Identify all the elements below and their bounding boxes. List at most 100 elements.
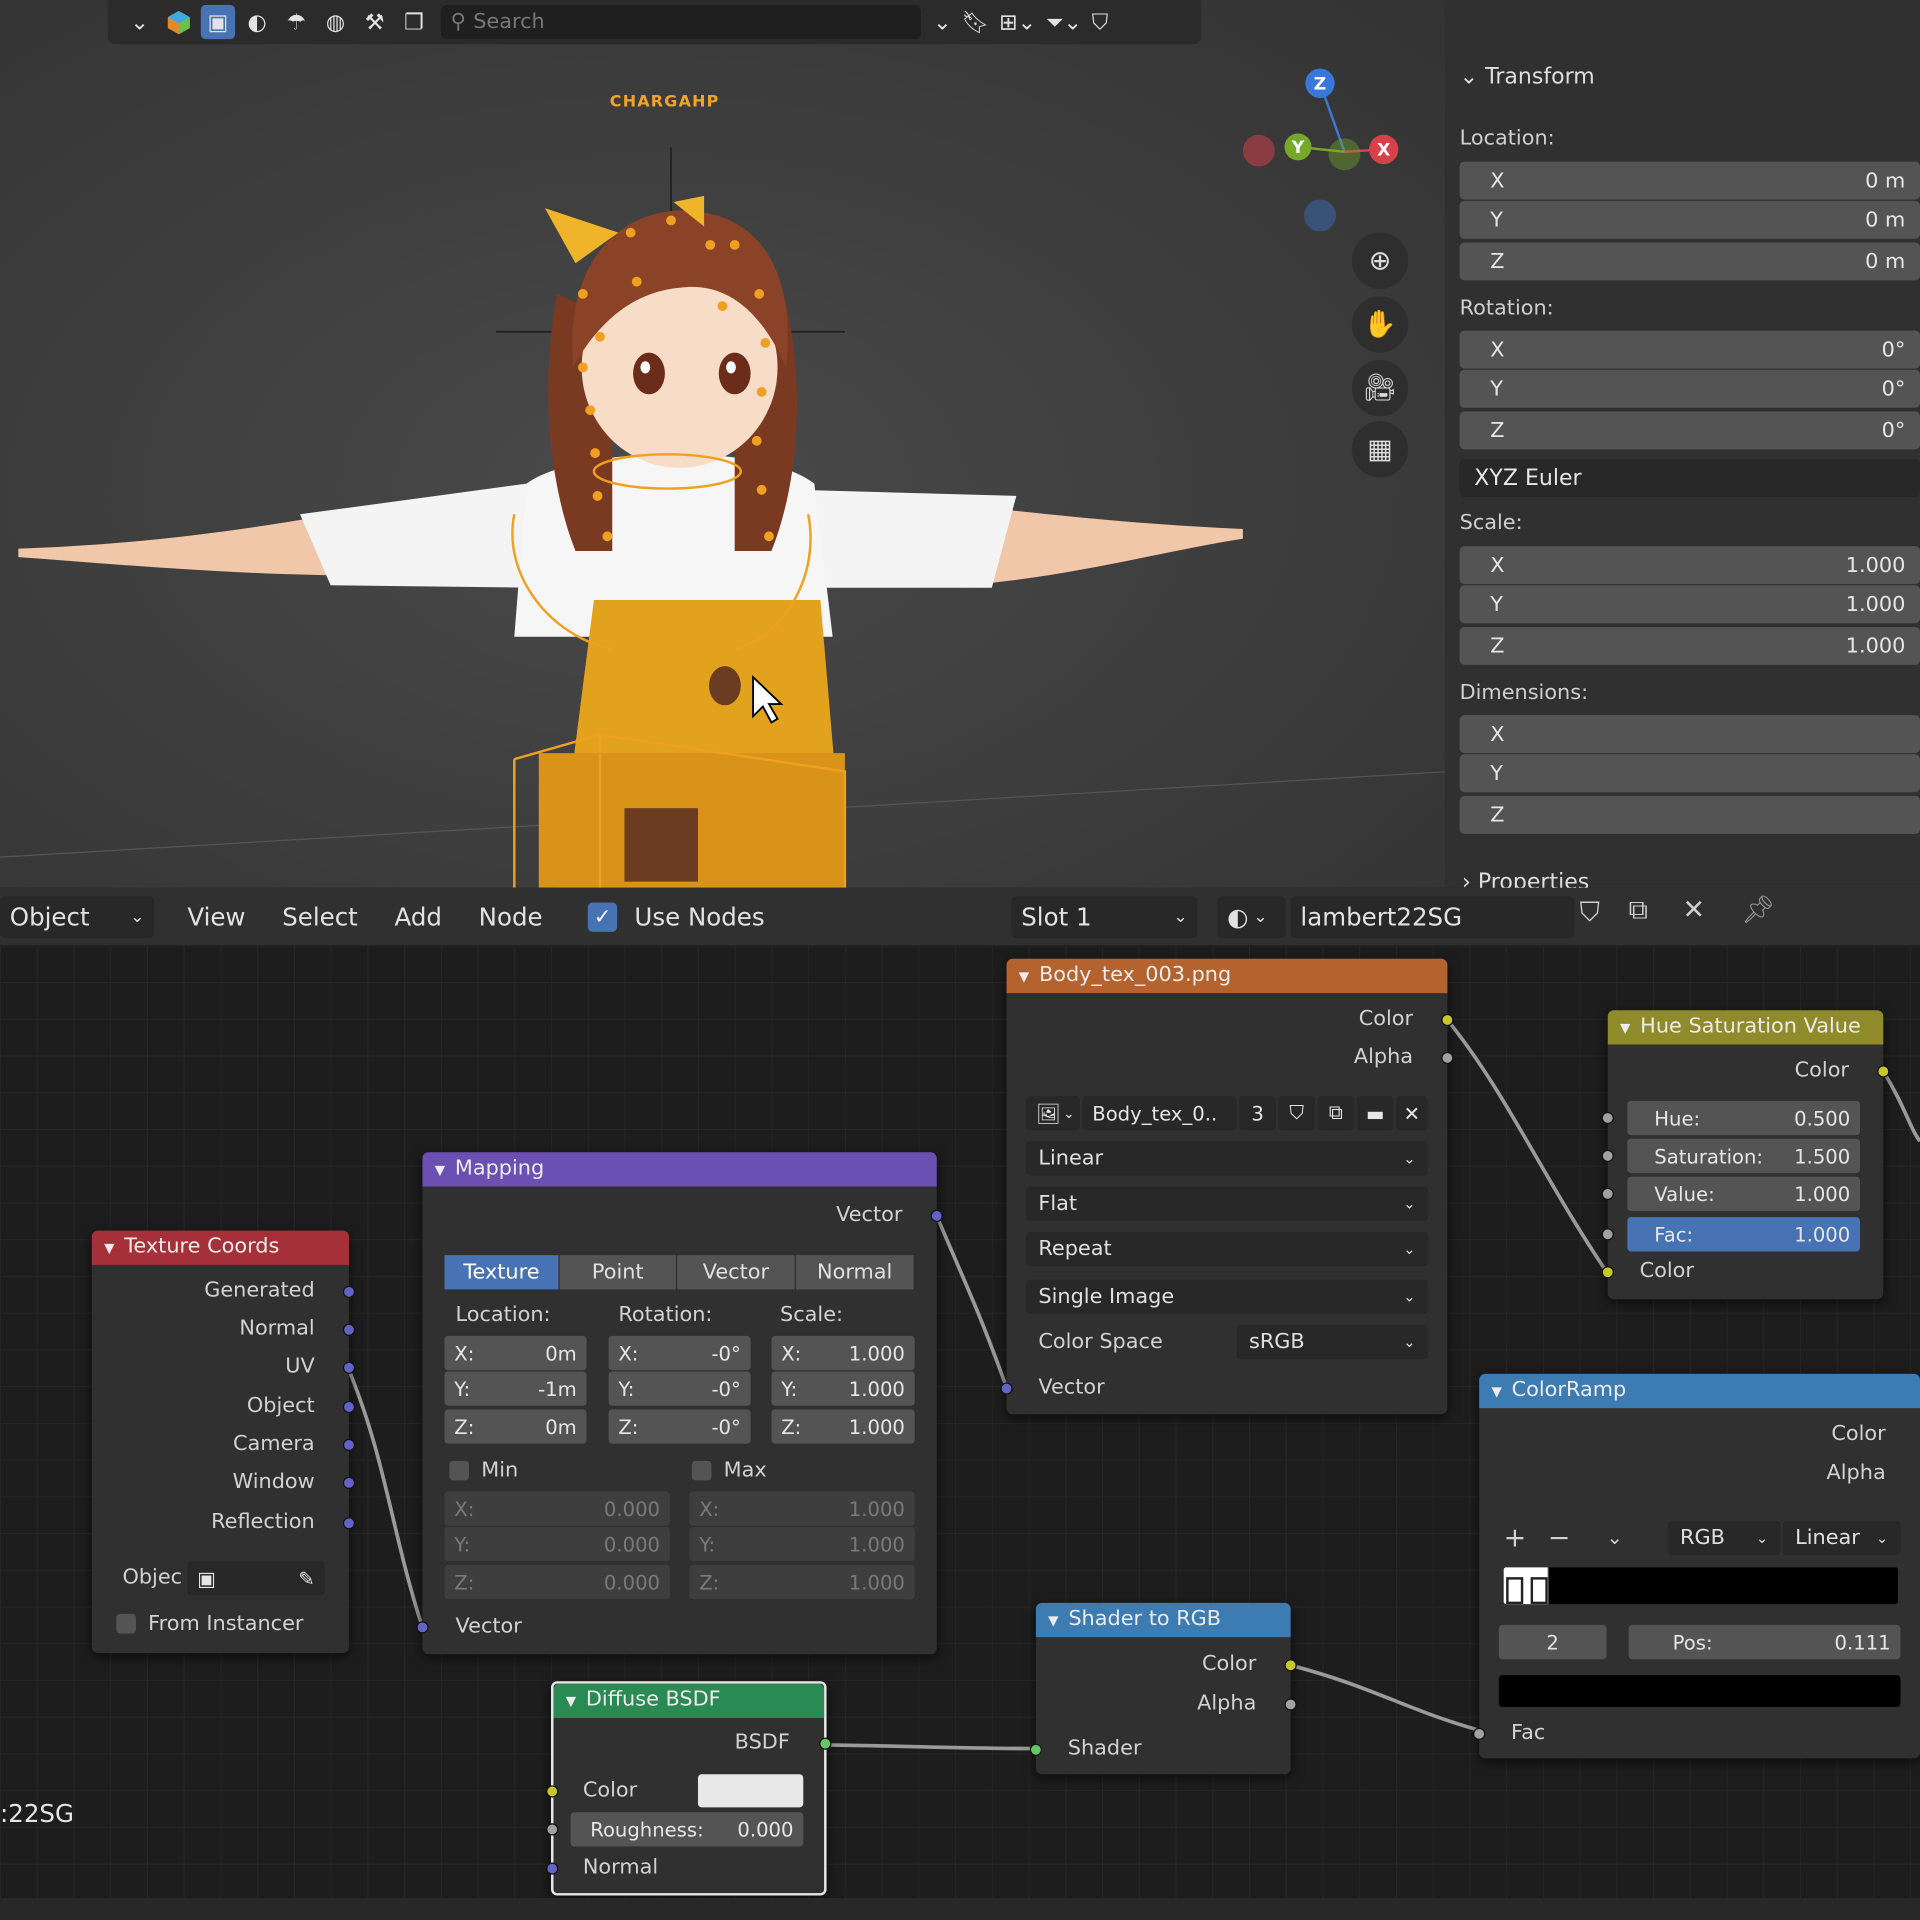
gizmo-neg-z[interactable] — [1304, 199, 1336, 232]
rotation-y-field[interactable]: Y: -0° — [608, 1371, 751, 1406]
min-x-field[interactable]: X: 0.000 — [444, 1491, 670, 1526]
hue-field[interactable]: Hue: 0.500 — [1627, 1100, 1861, 1136]
rotation-x-field[interactable]: X 0° — [1459, 330, 1920, 369]
socket-color-out[interactable] — [1284, 1659, 1297, 1672]
menu-node[interactable]: Node — [460, 902, 561, 931]
socket-value-in[interactable] — [1601, 1187, 1614, 1201]
socket-hue-in[interactable] — [1601, 1111, 1614, 1125]
rotation-y-field[interactable]: Y 0° — [1459, 369, 1920, 408]
interpolation-dropdown[interactable]: Linear ⌄ — [1026, 1141, 1428, 1176]
socket-alpha-out[interactable] — [1284, 1698, 1297, 1711]
min-y-field[interactable]: Y: 0.000 — [444, 1526, 670, 1562]
character-model[interactable] — [0, 0, 1452, 888]
gizmo-neg-y[interactable] — [1328, 138, 1361, 171]
camera-icon[interactable]: 🎥︎ — [1351, 360, 1409, 417]
rotation-x-field[interactable]: X: -0° — [608, 1335, 751, 1371]
socket-color-out[interactable] — [1877, 1065, 1890, 1078]
dimensions-y-field[interactable]: Y — [1459, 754, 1920, 793]
scale-y-field[interactable]: Y 1.000 — [1459, 585, 1920, 624]
use-nodes-checkbox[interactable]: ✓ — [587, 901, 618, 932]
saturation-field[interactable]: Saturation: 1.500 — [1627, 1138, 1861, 1174]
color-stop-handle[interactable] — [1530, 1577, 1548, 1605]
remove-stop-icon[interactable]: − — [1548, 1523, 1571, 1554]
socket-saturation-in[interactable] — [1601, 1149, 1614, 1163]
socket-object[interactable] — [342, 1400, 356, 1414]
hue-saturation-value-node[interactable]: ▼ Hue Saturation Value Color Hue: 0.500 Sa… — [1601, 1010, 1890, 1300]
socket-shader-in[interactable] — [1029, 1743, 1043, 1756]
menu-view[interactable]: View — [169, 902, 264, 931]
gizmo-neg-x[interactable] — [1242, 134, 1275, 167]
socket-vector-in[interactable] — [1000, 1382, 1013, 1395]
collapse-triangle-icon[interactable]: ▼ — [566, 1693, 576, 1709]
roughness-field[interactable]: Roughness: 0.000 — [570, 1812, 804, 1847]
socket-color-out[interactable] — [1441, 1013, 1454, 1027]
zoom-icon[interactable]: ⊕ — [1351, 232, 1409, 289]
node-header[interactable]: ▼ Texture Coords — [91, 1230, 349, 1265]
tab-vector[interactable]: Vector — [677, 1255, 795, 1290]
duplicate-icon[interactable]: ⧉ — [1629, 895, 1648, 926]
collapse-triangle-icon[interactable]: ▼ — [1491, 1384, 1501, 1400]
max-option[interactable]: Max — [691, 1458, 767, 1483]
3d-viewport[interactable]: ⌄ ▣ ◐ ☂ ◍ ⚒ ❐ ⚲ Search ⌄ 🔖︎ ⊞⌄ ⏷⌄ ⛉ CHAR… — [0, 0, 1452, 888]
close-icon[interactable]: ✕ — [1395, 1095, 1428, 1131]
collapse-triangle-icon[interactable]: ▼ — [435, 1162, 445, 1178]
location-y-field[interactable]: Y 0 m — [1459, 200, 1920, 239]
node-header[interactable]: ▼ Diffuse BSDF — [553, 1683, 825, 1718]
image-name-field[interactable]: Body_tex_0.. — [1082, 1095, 1237, 1131]
socket-reflection[interactable] — [342, 1517, 356, 1530]
add-stop-icon[interactable]: + — [1504, 1523, 1527, 1554]
location-y-field[interactable]: Y: -1m — [444, 1371, 587, 1406]
socket-uv[interactable] — [342, 1361, 356, 1374]
rotation-z-field[interactable]: Z 0° — [1459, 411, 1920, 450]
interpolation-dropdown[interactable]: Linear ⌄ — [1782, 1520, 1901, 1556]
color-swatch[interactable] — [697, 1774, 804, 1808]
socket-alpha-out[interactable] — [1441, 1051, 1454, 1065]
slot-dropdown[interactable]: Slot 1 ⌄ — [1011, 895, 1198, 938]
value-field[interactable]: Value: 1.000 — [1627, 1176, 1861, 1212]
eyedropper-icon[interactable]: ✎ — [298, 1567, 314, 1590]
object-picker-field[interactable]: ▣ ✎ — [187, 1561, 325, 1596]
node-header[interactable]: ▼ Shader to RGB — [1035, 1602, 1291, 1638]
material-name-field[interactable]: lambert22SG — [1290, 895, 1575, 938]
fake-user-shield-icon[interactable]: ⛉ — [1278, 1095, 1316, 1131]
max-y-field[interactable]: Y: 1.000 — [689, 1526, 915, 1562]
socket-generated[interactable] — [342, 1285, 356, 1298]
image-browse-button[interactable]: 🖼︎ ⌄ — [1026, 1095, 1081, 1131]
scale-x-field[interactable]: X: 1.000 — [771, 1335, 915, 1371]
max-z-field[interactable]: Z: 1.000 — [689, 1564, 915, 1600]
socket-fac-in[interactable] — [1473, 1727, 1486, 1741]
from-instancer-checkbox[interactable] — [116, 1613, 136, 1634]
open-folder-icon[interactable]: ▬ — [1356, 1095, 1394, 1131]
collapse-triangle-icon[interactable]: ▼ — [1620, 1020, 1630, 1036]
menu-add[interactable]: Add — [376, 902, 460, 931]
color-mode-dropdown[interactable]: RGB ⌄ — [1667, 1520, 1781, 1556]
image-users-count[interactable]: 3 — [1239, 1095, 1276, 1131]
socket-normal[interactable] — [342, 1323, 356, 1336]
from-instancer-option[interactable]: From Instancer — [116, 1611, 303, 1636]
location-x-field[interactable]: X: 0m — [444, 1335, 587, 1371]
scale-x-field[interactable]: X 1.000 — [1459, 546, 1920, 585]
object-mode-dropdown[interactable]: Object ⌄ — [0, 895, 155, 938]
min-checkbox[interactable] — [449, 1460, 469, 1481]
extension-dropdown[interactable]: Repeat ⌄ — [1026, 1231, 1428, 1267]
socket-camera[interactable] — [342, 1438, 356, 1452]
source-dropdown[interactable]: Single Image ⌄ — [1026, 1279, 1428, 1314]
node-header[interactable]: ▼ Mapping — [422, 1152, 937, 1187]
stop-color-swatch[interactable] — [1498, 1675, 1901, 1707]
color-stop-handle[interactable] — [1506, 1577, 1524, 1605]
dimensions-x-field[interactable]: X — [1459, 715, 1920, 754]
pin-icon[interactable]: 📌︎ — [1741, 895, 1775, 926]
socket-vector-out[interactable] — [930, 1209, 943, 1223]
chevron-down-icon[interactable]: ⌄ — [1607, 1526, 1623, 1549]
color-space-dropdown[interactable]: sRGB ⌄ — [1236, 1324, 1428, 1360]
rotation-mode-dropdown[interactable]: XYZ Euler — [1459, 459, 1920, 498]
transform-panel-header[interactable]: ⌄ Transform — [1460, 64, 1595, 90]
fake-user-shield-icon[interactable]: ⛉ — [1580, 898, 1600, 929]
location-x-field[interactable]: X 0 m — [1459, 161, 1920, 200]
max-checkbox[interactable] — [691, 1460, 712, 1481]
stop-position-field[interactable]: Pos: 0.111 — [1628, 1624, 1901, 1660]
duplicate-icon[interactable]: ⧉ — [1317, 1095, 1355, 1131]
socket-color-in[interactable] — [1601, 1266, 1614, 1279]
image-texture-node[interactable]: ▼ Body_tex_003.png Color Alpha 🖼︎ ⌄ Body_t… — [1000, 958, 1454, 1415]
tab-texture[interactable]: Texture — [444, 1255, 559, 1290]
